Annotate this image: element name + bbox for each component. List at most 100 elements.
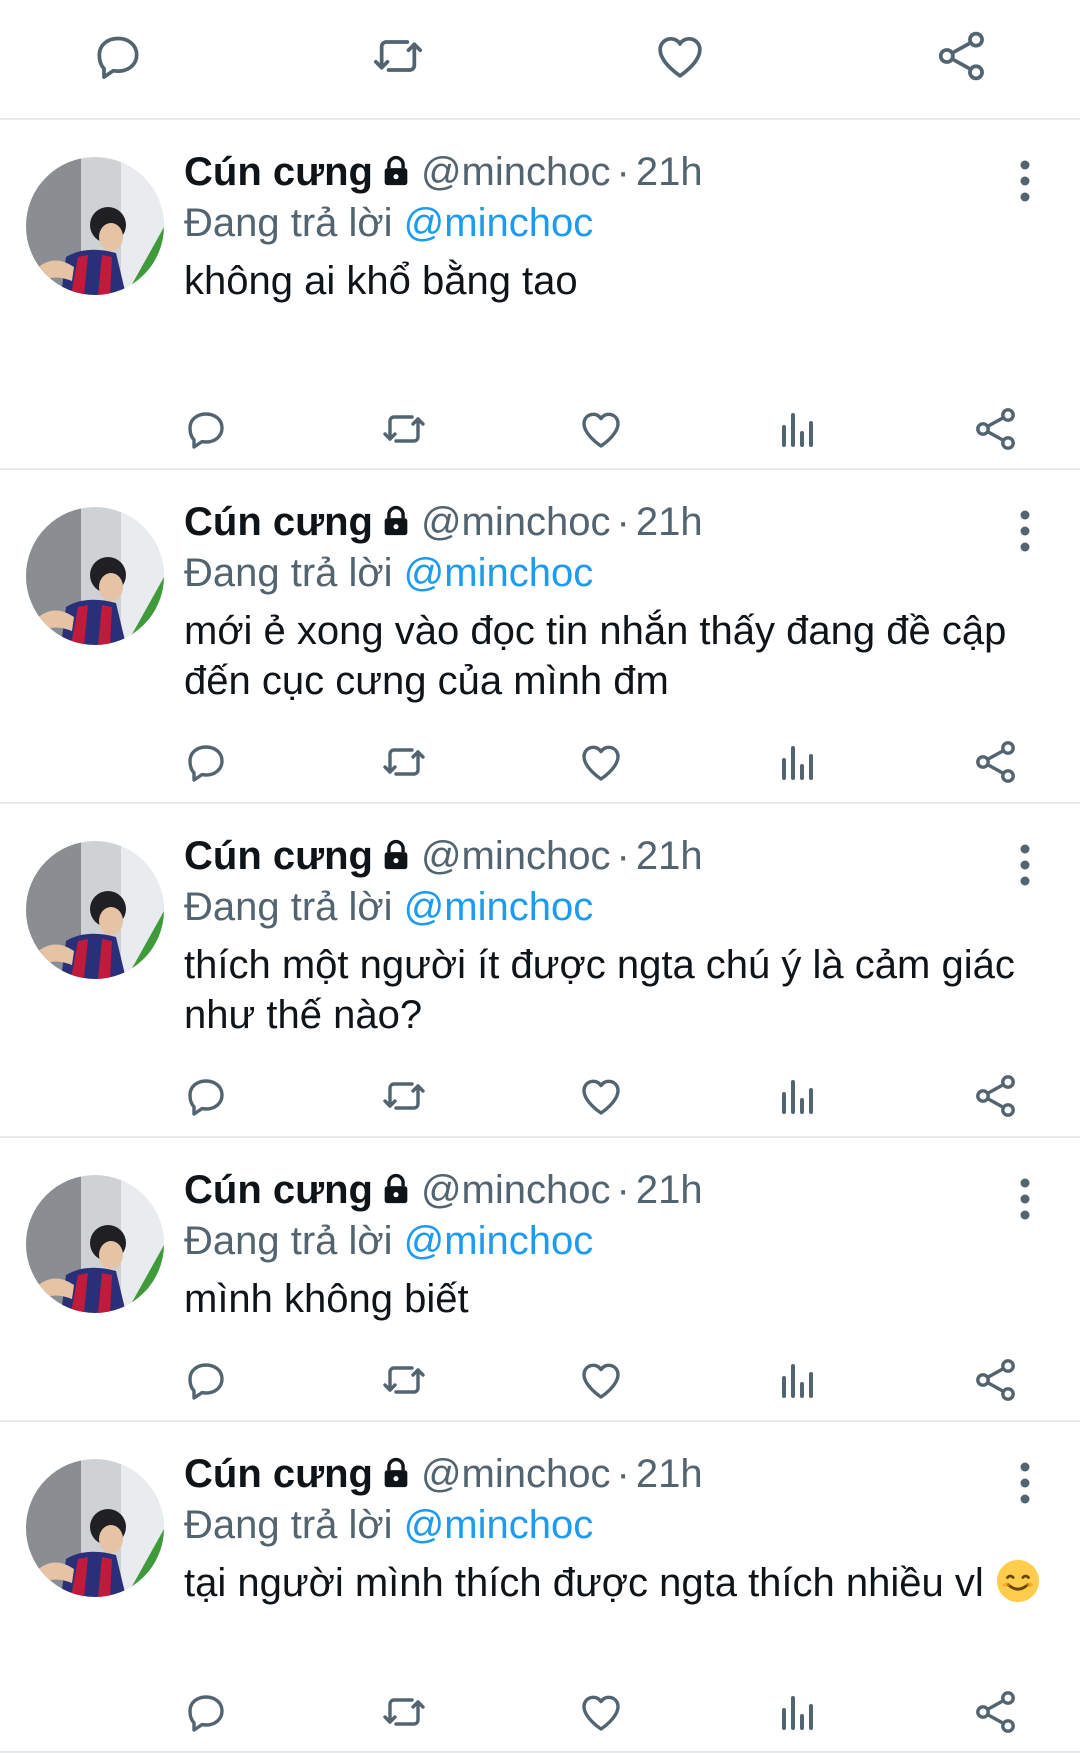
author-name[interactable]: Cún cưng	[184, 1452, 373, 1496]
reply-icon[interactable]	[182, 1072, 230, 1120]
tweet[interactable]: Cún cưng @minchoc · 21h Đang trả lời @minch…	[0, 804, 1080, 1138]
lock-icon	[379, 149, 413, 201]
share-icon[interactable]	[972, 405, 1020, 453]
replying-to: Đang trả lời @minchoc	[184, 881, 593, 933]
retweet-icon[interactable]	[380, 1688, 428, 1736]
share-icon[interactable]	[972, 738, 1020, 786]
timestamp[interactable]: 21h	[636, 500, 703, 544]
retweet-icon[interactable]	[380, 1356, 428, 1404]
share-icon[interactable]	[972, 1072, 1020, 1120]
tweet[interactable]: Cún cưng @minchoc · 21h Đang trả lời @minch…	[0, 1422, 1080, 1753]
author-handle[interactable]: @minchoc	[421, 150, 611, 194]
retweet-icon[interactable]	[380, 1072, 428, 1120]
reply-icon[interactable]	[90, 28, 146, 84]
tweet-text: mình không biết	[184, 1274, 1044, 1324]
more-options-icon[interactable]	[1010, 506, 1040, 556]
author-name[interactable]: Cún cưng	[184, 500, 373, 544]
avatar[interactable]	[26, 1175, 164, 1313]
avatar[interactable]	[26, 1459, 164, 1597]
like-icon[interactable]	[577, 1072, 625, 1120]
tweet[interactable]: Cún cưng @minchoc · 21h Đang trả lời @minch…	[0, 470, 1080, 804]
lock-icon	[379, 1451, 413, 1503]
analytics-icon[interactable]	[774, 405, 822, 453]
reply-prefix: Đang trả lời	[184, 1503, 393, 1547]
tweet-header: Cún cưng @minchoc · 21h	[184, 830, 703, 885]
reply-mention-link[interactable]: @minchoc	[404, 201, 594, 245]
tweet-text: tại người mình thích được ngta thích nhi…	[184, 1558, 1044, 1608]
tweet-text-content: mới ẻ xong vào đọc tin nhắn thấy đang đề…	[184, 609, 1007, 703]
timestamp[interactable]: 21h	[636, 1168, 703, 1212]
share-icon[interactable]	[934, 28, 990, 84]
reply-prefix: Đang trả lời	[184, 885, 393, 929]
author-name[interactable]: Cún cưng	[184, 150, 373, 194]
separator-dot: ·	[616, 834, 630, 878]
more-options-icon[interactable]	[1010, 840, 1040, 890]
separator-dot: ·	[616, 1168, 630, 1212]
reply-icon[interactable]	[182, 1356, 230, 1404]
avatar[interactable]	[26, 157, 164, 295]
reply-mention-link[interactable]: @minchoc	[404, 551, 594, 595]
like-icon[interactable]	[577, 1688, 625, 1736]
tweet[interactable]: Cún cưng @minchoc · 21h Đang trả lời @minch…	[0, 120, 1080, 470]
lock-icon	[379, 833, 413, 885]
share-icon[interactable]	[972, 1356, 1020, 1404]
retweet-icon[interactable]	[380, 405, 428, 453]
more-options-icon[interactable]	[1010, 1458, 1040, 1508]
author-handle[interactable]: @minchoc	[421, 500, 611, 544]
tweet-actions	[0, 1072, 1080, 1128]
author-handle[interactable]: @minchoc	[421, 834, 611, 878]
like-icon[interactable]	[577, 405, 625, 453]
like-icon[interactable]	[577, 1356, 625, 1404]
tweet-text: thích một người ít được ngta chú ý là cả…	[184, 940, 1044, 1040]
tweet-header: Cún cưng @minchoc · 21h	[184, 1448, 703, 1503]
reply-icon[interactable]	[182, 405, 230, 453]
reply-icon[interactable]	[182, 738, 230, 786]
retweet-icon[interactable]	[370, 28, 426, 84]
tweet-text-content: mình không biết	[184, 1277, 469, 1321]
timestamp[interactable]: 21h	[636, 834, 703, 878]
share-icon[interactable]	[972, 1688, 1020, 1736]
tweet-text-content: không ai khổ bằng tao	[184, 259, 578, 303]
author-name[interactable]: Cún cưng	[184, 1168, 373, 1212]
separator-dot: ·	[616, 150, 630, 194]
tweet-header: Cún cưng @minchoc · 21h	[184, 146, 703, 201]
like-icon[interactable]	[577, 738, 625, 786]
author-name[interactable]: Cún cưng	[184, 834, 373, 878]
author-handle[interactable]: @minchoc	[421, 1168, 611, 1212]
tweet-text: không ai khổ bằng tao	[184, 256, 1044, 306]
tweet-actions	[0, 1688, 1080, 1744]
top-action-bar	[0, 0, 1080, 120]
reply-mention-link[interactable]: @minchoc	[404, 885, 594, 929]
tweet-actions	[0, 405, 1080, 461]
reply-mention-link[interactable]: @minchoc	[404, 1219, 594, 1263]
tweet-header: Cún cưng @minchoc · 21h	[184, 1164, 703, 1219]
replying-to: Đang trả lời @minchoc	[184, 1215, 593, 1267]
timestamp[interactable]: 21h	[636, 150, 703, 194]
avatar[interactable]	[26, 841, 164, 979]
reply-mention-link[interactable]: @minchoc	[404, 1503, 594, 1547]
retweet-icon[interactable]	[380, 738, 428, 786]
separator-dot: ·	[616, 1452, 630, 1496]
like-icon[interactable]	[652, 28, 708, 84]
reply-icon[interactable]	[182, 1688, 230, 1736]
tweet-text-content: thích một người ít được ngta chú ý là cả…	[184, 943, 1015, 1037]
more-options-icon[interactable]	[1010, 156, 1040, 206]
lock-icon	[379, 499, 413, 551]
avatar[interactable]	[26, 507, 164, 645]
tweet-actions	[0, 1356, 1080, 1412]
analytics-icon[interactable]	[774, 1688, 822, 1736]
replying-to: Đang trả lời @minchoc	[184, 1499, 593, 1551]
analytics-icon[interactable]	[774, 738, 822, 786]
lock-icon	[379, 1167, 413, 1219]
tweet[interactable]: Cún cưng @minchoc · 21h Đang trả lời @minch…	[0, 1138, 1080, 1422]
reply-prefix: Đang trả lời	[184, 1219, 393, 1263]
analytics-icon[interactable]	[774, 1356, 822, 1404]
more-options-icon[interactable]	[1010, 1174, 1040, 1224]
replying-to: Đang trả lời @minchoc	[184, 197, 593, 249]
replying-to: Đang trả lời @minchoc	[184, 547, 593, 599]
analytics-icon[interactable]	[774, 1072, 822, 1120]
reply-prefix: Đang trả lời	[184, 201, 393, 245]
smiling-face-emoji	[995, 1558, 1041, 1604]
timestamp[interactable]: 21h	[636, 1452, 703, 1496]
author-handle[interactable]: @minchoc	[421, 1452, 611, 1496]
